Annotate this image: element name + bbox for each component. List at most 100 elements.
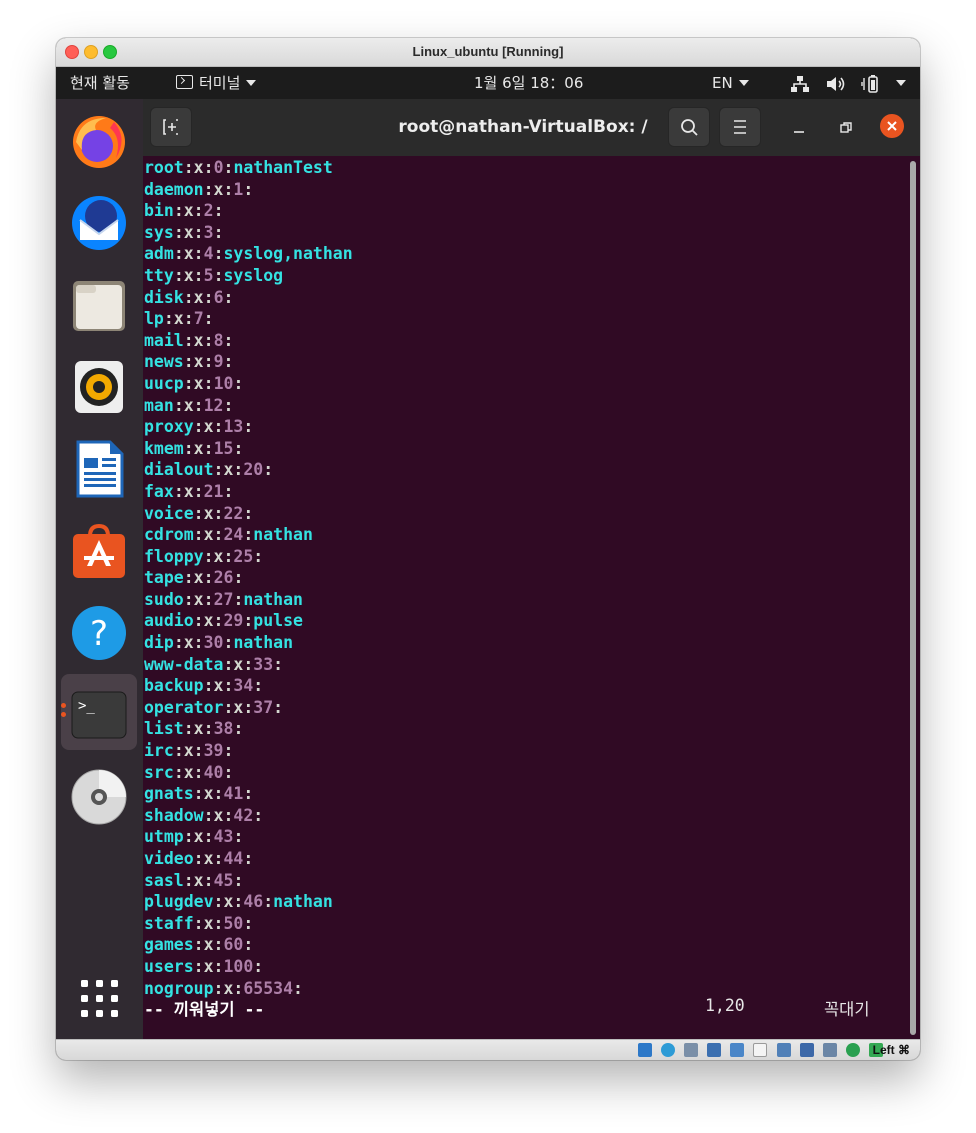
minimize-icon (794, 131, 804, 133)
terminal-line: list:x:38: (144, 718, 353, 740)
field-separator: : (213, 244, 224, 264)
zoom-window-button[interactable] (103, 45, 117, 59)
terminal-content[interactable]: root:x:0:nathanTest daemon:x:1: bin:x:2: sy… (143, 156, 920, 1039)
close-window-button[interactable] (65, 45, 79, 59)
group-name: www-data (144, 654, 224, 674)
shared-folders-icon[interactable] (753, 1043, 768, 1057)
field-separator: :x: (193, 525, 224, 545)
field-separator: :x: (183, 373, 214, 393)
group-name: fax (144, 481, 174, 501)
menu-button[interactable] (719, 107, 761, 147)
group-id: 30 (203, 633, 224, 653)
group-name: floppy (144, 546, 204, 566)
terminal-line: src:x:40: (144, 762, 353, 784)
maximize-button[interactable] (834, 116, 858, 140)
hard-disk-icon[interactable] (638, 1043, 652, 1057)
window-titlebar[interactable]: Linux_ubuntu [Running] (56, 38, 920, 67)
terminal-line: floppy:x:25: (144, 546, 353, 568)
group-name: man (144, 395, 174, 415)
terminal-line: uucp:x:10: (144, 373, 353, 395)
field-separator: :x: (173, 222, 204, 242)
terminal-line: root:x:0:nathanTest (144, 157, 353, 179)
field-separator: : (223, 158, 234, 177)
terminal-line: bin:x:2: (144, 200, 353, 222)
system-tray[interactable] (790, 67, 907, 99)
minimize-button[interactable] (787, 116, 811, 140)
group-name: src (144, 762, 174, 782)
minimize-window-button[interactable] (84, 45, 98, 59)
search-button[interactable] (668, 107, 710, 147)
terminal-line: adm:x:4:syslog,nathan (144, 243, 353, 265)
volume-icon (826, 76, 845, 91)
group-id: 29 (223, 611, 244, 631)
group-name: irc (144, 741, 174, 761)
field-separator: : (223, 741, 234, 761)
field-separator: :x: (173, 633, 204, 653)
language-selector[interactable]: EN (712, 67, 749, 99)
close-button[interactable] (880, 114, 904, 138)
thunderbird-icon[interactable] (70, 194, 128, 252)
field-separator: : (223, 481, 234, 501)
field-separator: : (233, 589, 244, 609)
field-separator: : (223, 287, 234, 307)
help-icon[interactable]: ? (70, 604, 128, 662)
scroll-position: 꼭대기 (824, 1000, 870, 1019)
group-name: staff (144, 913, 194, 933)
usb-icon[interactable] (730, 1043, 745, 1057)
group-members: syslog,nathan (223, 244, 353, 264)
field-separator: : (223, 330, 234, 350)
group-name: mail (144, 330, 184, 350)
field-separator: :x: (223, 654, 254, 674)
field-separator: :x: (193, 913, 224, 933)
video-capture-icon[interactable] (799, 1043, 814, 1057)
app-menu-label: 터미널 (199, 74, 241, 92)
search-icon (681, 119, 698, 136)
field-separator: : (293, 978, 303, 998)
terminal-line: dialout:x:20: (144, 459, 353, 481)
scrollbar[interactable] (910, 161, 916, 1035)
group-id: 3 (203, 222, 214, 242)
app-menu-button[interactable]: 터미널 (176, 67, 257, 99)
group-members: nathan (273, 892, 333, 912)
group-id: 20 (243, 460, 264, 480)
group-id: 34 (233, 676, 254, 696)
files-icon[interactable] (70, 276, 128, 334)
rhythmbox-icon[interactable] (70, 358, 128, 416)
activities-button[interactable]: 현재 활동 (70, 67, 130, 99)
group-name: sudo (144, 589, 184, 609)
firefox-icon[interactable] (70, 112, 128, 170)
terminal-line: irc:x:39: (144, 740, 353, 762)
terminal-line: lp:x:7: (144, 308, 353, 330)
field-separator: : (233, 373, 244, 393)
group-id: 27 (213, 589, 234, 609)
field-separator: : (243, 849, 254, 868)
dvd-icon[interactable] (70, 768, 128, 826)
field-separator: :x: (203, 676, 234, 696)
display-icon[interactable] (776, 1043, 791, 1057)
network-adapter-icon[interactable] (707, 1043, 722, 1057)
terminal-line: disk:x:6: (144, 287, 353, 309)
group-members: pulse (253, 611, 303, 631)
field-separator: : (213, 201, 224, 221)
terminal-line: tape:x:26: (144, 567, 353, 589)
terminal-icon[interactable]: >_ (70, 686, 128, 744)
ubuntu-software-icon[interactable] (70, 522, 128, 580)
group-name: sys (144, 222, 174, 242)
audio-icon[interactable] (684, 1043, 699, 1057)
show-applications-icon[interactable] (80, 979, 120, 1019)
optical-drive-icon[interactable] (661, 1043, 676, 1057)
dock: ? >_ (56, 99, 143, 1039)
new-tab-button[interactable] (150, 107, 192, 147)
group-name: disk (144, 287, 184, 307)
libreoffice-writer-icon[interactable] (70, 440, 128, 498)
group-id: 37 (253, 697, 274, 717)
clock[interactable]: 1월 6일 18：06 (474, 67, 583, 99)
cpu-activity-icon[interactable] (845, 1043, 860, 1057)
group-name: kmem (144, 438, 184, 458)
group-id: 15 (213, 438, 234, 458)
group-id: 42 (233, 805, 254, 825)
mouse-integration-icon[interactable] (822, 1043, 837, 1057)
field-separator: : (203, 309, 214, 329)
group-id: 7 (193, 309, 204, 329)
field-separator: :x: (193, 417, 224, 437)
